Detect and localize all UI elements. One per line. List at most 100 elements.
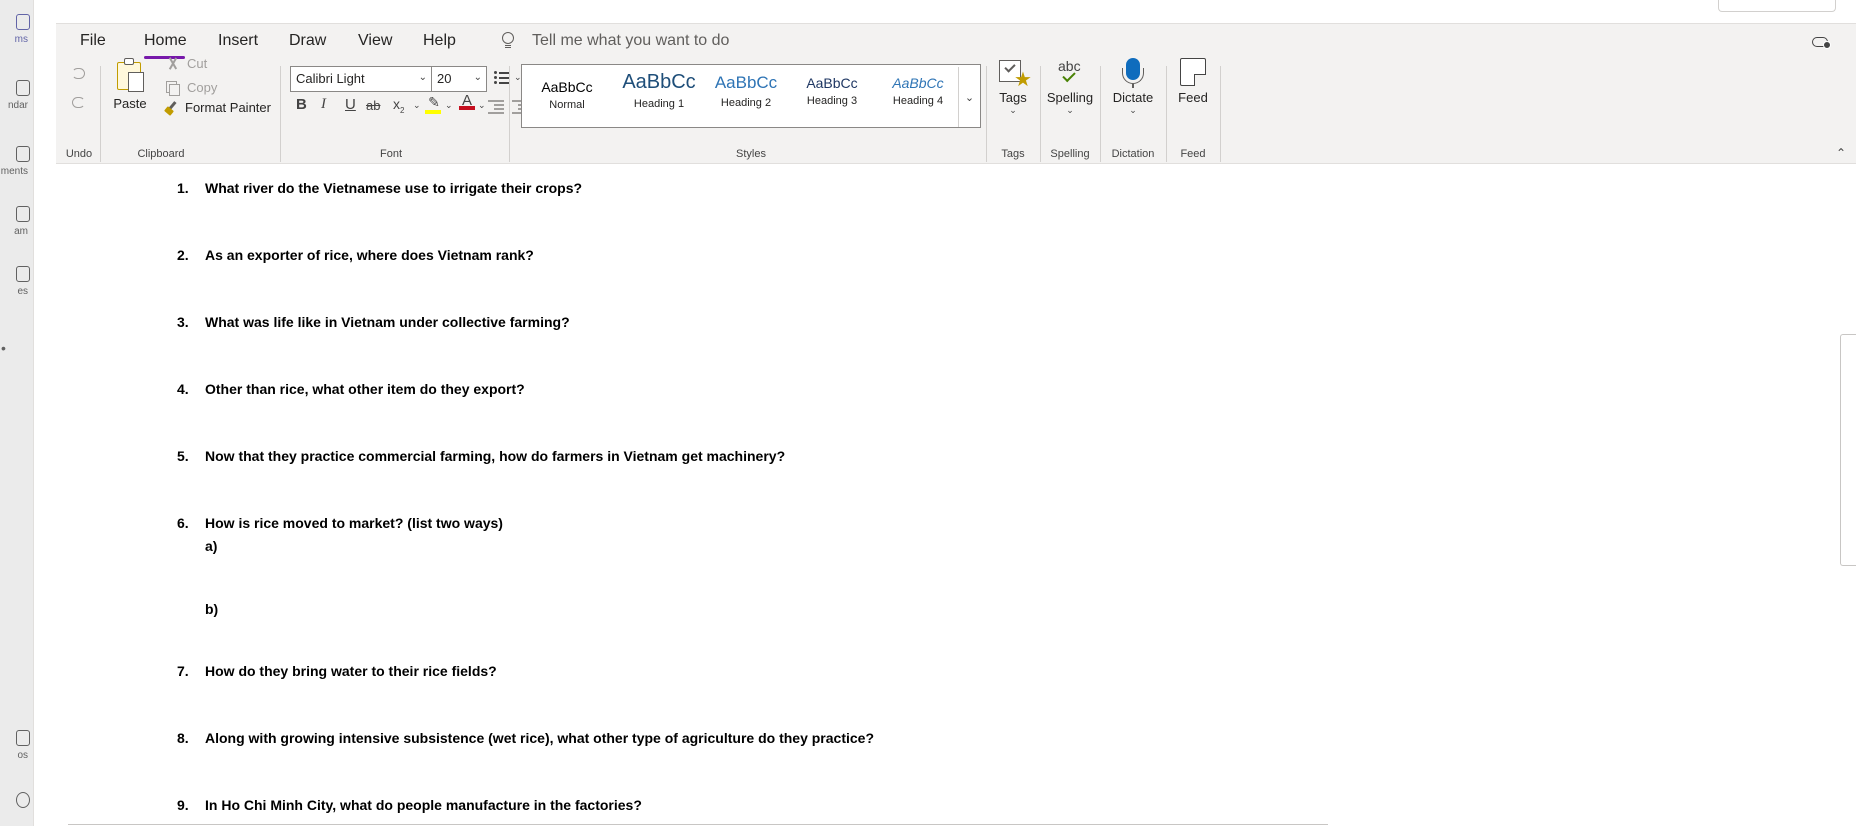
title-strip xyxy=(56,0,1856,24)
chevron-down-icon: ⌄ xyxy=(418,72,427,83)
font-family-dropdown[interactable]: Calibri Light ⌄ xyxy=(290,66,432,92)
group-separator xyxy=(509,66,510,162)
highlight-dropdown-icon[interactable]: ⌄ xyxy=(445,100,453,111)
dictate-button[interactable]: Dictate ⌄ xyxy=(1102,56,1164,116)
tab-help[interactable]: Help xyxy=(423,32,456,50)
format-painter-label: Format Painter xyxy=(185,100,271,115)
more-apps-icon[interactable]: • xyxy=(1,340,6,356)
rail-item-files[interactable]: es xyxy=(0,266,33,306)
bold-button[interactable]: B xyxy=(296,96,307,116)
question-number: 7. xyxy=(177,663,189,679)
style-heading-2-name: Heading 2 xyxy=(720,97,772,109)
rail-label-stream: am xyxy=(14,226,28,237)
question-number: 1. xyxy=(177,180,189,196)
files-icon xyxy=(16,266,30,282)
style-heading-1[interactable]: AaBbCc Heading 1 xyxy=(614,71,704,110)
style-heading-4-name: Heading 4 xyxy=(892,95,944,107)
subscript-index: 2 xyxy=(400,105,405,115)
highlight-button[interactable]: ✎ xyxy=(425,94,443,114)
teams-app-rail: ms ndar ments am es • os xyxy=(0,0,34,826)
tab-view[interactable]: View xyxy=(358,32,392,50)
tell-me-search[interactable]: Tell me what you want to do xyxy=(501,32,729,50)
underline-button[interactable]: U xyxy=(345,96,356,116)
tab-home[interactable]: Home xyxy=(144,32,187,50)
tab-draw[interactable]: Draw xyxy=(289,32,326,50)
copy-button[interactable]: Copy xyxy=(166,80,217,96)
group-separator xyxy=(100,66,101,162)
style-heading-1-name: Heading 1 xyxy=(633,98,685,110)
feed-button-label: Feed xyxy=(1178,90,1208,105)
tags-icon: ★ xyxy=(997,56,1032,90)
group-separator xyxy=(986,66,987,162)
ribbon-home: Undo Paste Cut Copy Format Painter Clipb… xyxy=(56,56,1856,164)
group-label-clipboard: Clipboard xyxy=(137,148,185,160)
stream-icon xyxy=(16,206,30,222)
font-color-dropdown-icon[interactable]: ⌄ xyxy=(478,100,486,111)
paste-icon xyxy=(114,58,146,92)
style-heading-3[interactable]: AaBbCc Heading 3 xyxy=(790,75,874,107)
microphone-icon xyxy=(1117,56,1149,88)
side-panel-handle[interactable] xyxy=(1840,334,1856,566)
rail-item-apps[interactable]: os xyxy=(0,730,33,770)
cut-button[interactable]: Cut xyxy=(166,56,207,71)
format-painter-button[interactable]: Format Painter xyxy=(164,100,271,116)
rail-item-assignments[interactable]: ments xyxy=(0,146,33,186)
dictate-button-label: Dictate xyxy=(1112,90,1154,105)
answer-b-label: b) xyxy=(205,601,219,617)
italic-button[interactable]: I xyxy=(321,96,326,116)
account-box[interactable] xyxy=(1718,0,1836,12)
paste-button[interactable]: Paste xyxy=(108,58,152,118)
font-size-dropdown[interactable]: 20 ⌄ xyxy=(431,66,487,92)
tab-insert[interactable]: Insert xyxy=(218,32,258,50)
group-label-tags: Tags xyxy=(1001,148,1025,160)
tags-button[interactable]: ★ Tags ⌄ xyxy=(988,56,1038,116)
cut-label: Cut xyxy=(187,56,208,71)
rail-item-help[interactable] xyxy=(0,792,33,826)
group-label-dictation: Dictation xyxy=(1111,148,1155,160)
spelling-icon: abc xyxy=(1054,56,1086,88)
redo-icon[interactable] xyxy=(70,97,86,109)
rail-item-calendar[interactable]: ndar xyxy=(0,80,33,120)
styles-gallery: AaBbCc Normal AaBbCc Heading 1 AaBbCc He… xyxy=(521,64,981,128)
group-label-font: Font xyxy=(379,148,402,160)
group-label-styles: Styles xyxy=(736,148,766,160)
group-label-feed: Feed xyxy=(1180,148,1206,160)
style-heading-4[interactable]: AaBbCc Heading 4 xyxy=(876,75,960,107)
page-canvas[interactable]: 1. What river do the Vietnamese use to i… xyxy=(56,164,1856,826)
chevron-down-icon: ⌄ xyxy=(1009,105,1017,115)
spelling-button-label: Spelling xyxy=(1046,90,1094,105)
style-heading-4-sample: AaBbCc xyxy=(892,75,944,91)
calendar-icon xyxy=(16,80,30,96)
subscript-button[interactable]: x2 xyxy=(393,96,404,116)
tab-file[interactable]: File xyxy=(80,32,106,50)
feed-button[interactable]: Feed xyxy=(1168,56,1218,105)
rail-label-teams: ms xyxy=(14,34,28,45)
lightbulb-icon xyxy=(501,32,515,50)
chevron-down-icon: ⌄ xyxy=(1129,105,1137,115)
question-text: Now that they practice commercial farmin… xyxy=(205,448,786,464)
undo-icon[interactable] xyxy=(70,68,86,80)
group-label-spelling: Spelling xyxy=(1050,148,1090,160)
group-label-undo: Undo xyxy=(65,148,93,160)
bullets-icon[interactable] xyxy=(494,70,510,84)
subscript-dropdown-icon[interactable]: ⌄ xyxy=(413,100,421,111)
sync-status-icon[interactable] xyxy=(1812,34,1832,49)
question-number: 8. xyxy=(177,730,189,746)
tags-button-label: Tags xyxy=(999,90,1027,105)
question-text: Along with growing intensive subsistence… xyxy=(205,730,874,746)
rail-item-stream[interactable]: am xyxy=(0,206,33,246)
spelling-button[interactable]: abc Spelling ⌄ xyxy=(1042,56,1098,116)
decrease-indent-icon[interactable] xyxy=(488,100,504,114)
style-normal[interactable]: AaBbCc Normal xyxy=(527,79,607,111)
group-separator xyxy=(1040,66,1041,162)
style-heading-2[interactable]: AaBbCc Heading 2 xyxy=(703,73,789,109)
strikethrough-button[interactable]: ab xyxy=(366,98,380,118)
styles-more-chevron-icon[interactable]: ⌄ xyxy=(958,67,980,127)
collapse-ribbon-chevron-icon[interactable]: ⌃ xyxy=(1836,146,1846,160)
style-normal-name: Normal xyxy=(549,99,585,111)
rail-item-teams[interactable]: ms xyxy=(0,14,33,54)
feed-icon xyxy=(1177,56,1209,88)
style-heading-1-sample: AaBbCc xyxy=(622,71,696,93)
font-color-button[interactable]: A xyxy=(459,92,475,112)
group-separator xyxy=(1100,66,1101,162)
